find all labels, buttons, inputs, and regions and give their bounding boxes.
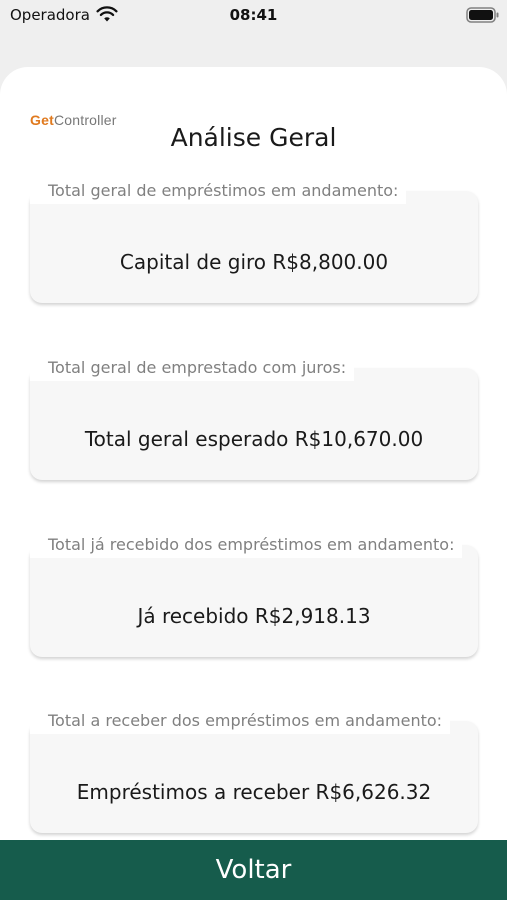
summary-card-value: Capital de giro R$8,800.00 (119, 250, 389, 274)
summary-card: Total geral esperado R$10,670.00 (30, 368, 478, 480)
summary-card-value: Já recebido R$2,918.13 (137, 604, 371, 628)
summary-card: Capital de giro R$8,800.00 (30, 191, 478, 303)
section-label: Total já recebido dos empréstimos em and… (30, 532, 463, 558)
analysis-sheet: GetController Análise Geral Capital de g… (0, 67, 507, 900)
battery-icon (466, 7, 499, 23)
summary-card: Já recebido R$2,918.13 (30, 545, 478, 657)
status-bar: Operadora 08:41 (0, 0, 507, 32)
summary-card-value: Total geral esperado R$10,670.00 (84, 427, 424, 451)
clock: 08:41 (229, 6, 278, 24)
section-label: Total geral de empréstimos em andamento: (30, 178, 407, 204)
summary-card: Empréstimos a receber R$6,626.32 (30, 721, 478, 833)
back-button[interactable]: Voltar (0, 840, 507, 900)
section-label: Total a receber dos empréstimos em andam… (30, 708, 451, 734)
summary-card-value: Empréstimos a receber R$6,626.32 (76, 780, 432, 804)
section-label: Total geral de emprestado com juros: (30, 355, 355, 381)
page-title: Análise Geral (170, 123, 337, 152)
